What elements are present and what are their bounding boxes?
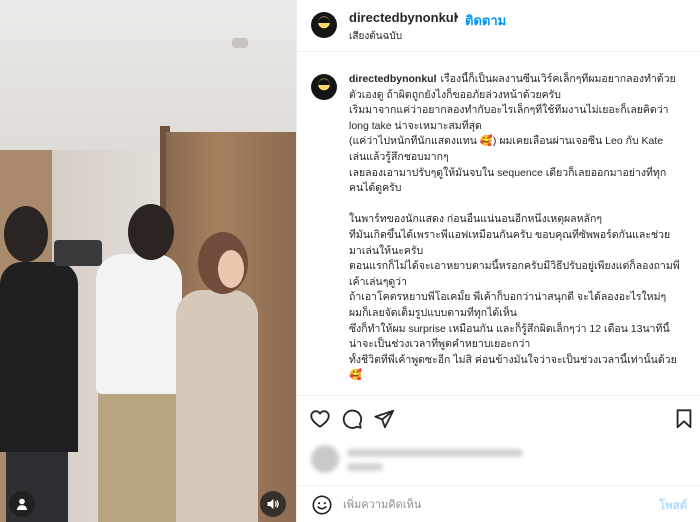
action-bar xyxy=(297,395,700,441)
caption-line: ผมก็เลยจัดเต็มรูปแบบตามที่ทุกได้เห็น xyxy=(349,306,517,319)
caption-text: directedbynonkul เรื่องนี้ก็เป็นผลงานซีนเ… xyxy=(349,72,695,384)
caption-line: ที่มันเกิดขึ้นได้เพราะพี่แอฟเหมือนกันครั… xyxy=(349,228,671,241)
follow-button[interactable]: ติดตาม xyxy=(465,10,506,31)
post-sidebar: directedbynonkul • ติดตาม เสียงต้นฉบับ d… xyxy=(296,0,700,522)
caption-line: ซึ่งก็ทำให้ผม surprise เหมือนกัน และก็รู… xyxy=(349,322,670,335)
liked-by-text-blurred xyxy=(347,449,523,457)
actor-woman-face xyxy=(218,250,244,288)
bookmark-icon[interactable] xyxy=(673,408,695,430)
post-video[interactable] xyxy=(0,0,296,522)
caption-line: น่าจะเป็นช่วงเวลาที่พูดคำหยาบเยอะกว่า xyxy=(349,338,531,351)
speaker-icon xyxy=(267,499,279,509)
share-icon[interactable] xyxy=(373,408,395,430)
actor-man-pants xyxy=(98,388,176,522)
emoji-icon[interactable] xyxy=(311,494,333,516)
actor-man-head xyxy=(128,204,174,260)
actor-woman-outfit xyxy=(176,290,258,522)
cameraman-head xyxy=(4,206,48,262)
audio-label[interactable]: เสียงต้นฉบับ xyxy=(349,29,402,44)
caption-username[interactable]: directedbynonkul xyxy=(349,73,437,85)
tagged-users-button[interactable] xyxy=(9,491,35,517)
caption-line: เลยลองเอามาปรับๆดูให้มันจบใน sequence เด… xyxy=(349,166,667,179)
liked-by-section xyxy=(297,441,700,485)
caption-line: เล่นแล้วรู้สึกชอบมากๆ xyxy=(349,150,449,163)
video-ceiling xyxy=(0,0,296,150)
caption-section: directedbynonkul เรื่องนี้ก็เป็นผลงานซีนเ… xyxy=(297,52,700,395)
liker-avatar xyxy=(311,445,339,473)
caption-line: ทั้งชีวิตที่พี่เค้าพูดซะอีก ไม่สิ ค่อนข้… xyxy=(349,353,677,366)
caption-line: มาเล่นให้นะครับ xyxy=(349,244,424,257)
actor-man-shirt xyxy=(96,254,182,394)
heart-icon[interactable] xyxy=(309,408,331,430)
caption-line: เค้าเล่นๆดูว่า xyxy=(349,275,407,288)
ceiling-light xyxy=(232,38,248,48)
author-username[interactable]: directedbynonkul xyxy=(349,10,457,25)
caption-avatar[interactable] xyxy=(311,74,337,100)
post-date-blurred xyxy=(347,463,383,471)
comment-bar: โพสต์ xyxy=(297,485,700,522)
caption-line: ถ้าเอาโคตรหยาบพี่โอเคมั้ย พี่เค้าก็บอกว่… xyxy=(349,291,667,304)
caption-line: long take น่าจะเหมาะสมที่สุด xyxy=(349,119,482,132)
caption-line: คนได้ดูครับ xyxy=(349,182,402,195)
post-comment-button[interactable]: โพสต์ xyxy=(659,497,687,515)
caption-line: (แค่ว่าไปหนักที่นักแสดงแทน 🥰) ผมเคยเลื่อ… xyxy=(349,135,664,148)
avatar[interactable] xyxy=(311,12,337,38)
user-icon xyxy=(16,498,28,510)
caption-line: ตอนแรกก็ไม่ได้จะเอาหยาบตามนี้หรอกครับมีว… xyxy=(349,260,680,273)
caption-line: directedbynonkul เรื่องนี้ก็เป็นผลงานซีนเ… xyxy=(349,72,695,88)
audio-toggle-button[interactable] xyxy=(260,491,286,517)
caption-line: เริ่มมาจากแค่ว่าอยากลองทำกับอะไรเล็กๆที่… xyxy=(349,104,669,117)
post-header: directedbynonkul • ติดตาม เสียงต้นฉบับ xyxy=(297,0,700,52)
camera-rig xyxy=(54,240,102,266)
caption-line: ในพาร์ทของนักแสดง ก่อนอื่นแน่นอนอีกหนึ่ง… xyxy=(349,213,602,226)
comment-input[interactable] xyxy=(343,496,643,514)
caption-line-text: เรื่องนี้ก็เป็นผลงานซีนเวิร์คเล็กๆที่ผมอ… xyxy=(440,73,676,85)
comment-icon[interactable] xyxy=(341,408,363,430)
cameraman-figure xyxy=(0,262,78,452)
caption-line: ตัวเองดู ถ้าผิดถูกยังไงก็ขออภัยล่วงหน้าด… xyxy=(349,88,561,101)
separator-dot: • xyxy=(454,9,459,24)
caption-line: 🥰 xyxy=(349,369,363,382)
